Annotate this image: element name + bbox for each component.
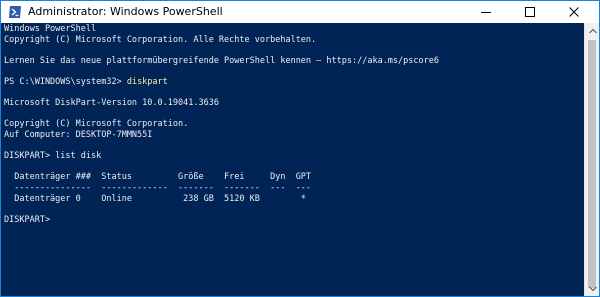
console-line: DISKPART> list disk [4, 151, 585, 162]
vertical-scrollbar[interactable] [584, 23, 599, 296]
title-bar[interactable]: Administrator: Windows PowerShell [1, 1, 599, 23]
console-line-text: DISKPART> [4, 214, 51, 225]
console-output[interactable]: Windows PowerShell Copyright (C) Microsof… [1, 23, 585, 296]
console-line: Microsoft DiskPart-Version 10.0.19041.36… [4, 98, 585, 109]
console-line-text: Datenträger 0 Online 238 GB 5120 KB * [4, 193, 306, 204]
console-line: Auf Computer: DESKTOP-7MMN55I [4, 130, 585, 141]
console-line-text: Datenträger ### Status Größe Frei Dyn GP… [4, 172, 312, 183]
chevron-down-icon [588, 286, 597, 291]
typed-command: diskpart [126, 76, 168, 87]
scroll-up-button[interactable] [585, 23, 600, 38]
console-line: Windows PowerShell [4, 24, 585, 35]
console-line: --------------- ------------- ------- --… [4, 183, 585, 194]
console-line: Datenträger ### Status Größe Frei Dyn GP… [4, 172, 585, 183]
close-button[interactable] [555, 1, 593, 23]
maximize-icon [525, 7, 535, 17]
console-line-text: Windows PowerShell [4, 24, 97, 34]
console-line: PS C:\WINDOWS\system32> diskpart [4, 77, 585, 88]
scroll-down-button[interactable] [585, 281, 600, 296]
console-line-text: --------------- ------------- ------- --… [4, 182, 312, 193]
console-line: Copyright (C) Microsoft Corporation. All… [4, 35, 585, 46]
console-line: Copyright (C) Microsoft Corporation. [4, 119, 585, 130]
console-line-text: Lernen Sie das neue plattformübergreifen… [4, 55, 439, 66]
window-title: Administrator: Windows PowerShell [28, 5, 223, 18]
minimize-icon [481, 12, 491, 13]
console-line: Datenträger 0 Online 238 GB 5120 KB * [4, 194, 585, 205]
console-line-text: Copyright (C) Microsoft Corporation. All… [4, 34, 317, 45]
console-line-text: Copyright (C) Microsoft Corporation. [4, 119, 189, 130]
console-line-text: DISKPART> list disk [4, 151, 102, 162]
console-line-text: Auf Computer: DESKTOP-7MMN55I [4, 129, 153, 140]
console-line: Lernen Sie das neue plattformübergreifen… [4, 56, 585, 67]
chevron-up-icon [588, 28, 597, 33]
minimize-button[interactable] [467, 1, 505, 23]
console-line: DISKPART> [4, 215, 585, 226]
console-line-text: PS C:\WINDOWS\system32> [4, 76, 127, 87]
powershell-icon [8, 5, 22, 19]
console-line-text: Microsoft DiskPart-Version 10.0.19041.36… [4, 98, 219, 109]
scrollbar-thumb[interactable] [588, 40, 596, 288]
maximize-button[interactable] [511, 1, 549, 23]
powershell-window: Administrator: Windows PowerShell Window… [0, 0, 600, 297]
close-icon [569, 7, 579, 17]
